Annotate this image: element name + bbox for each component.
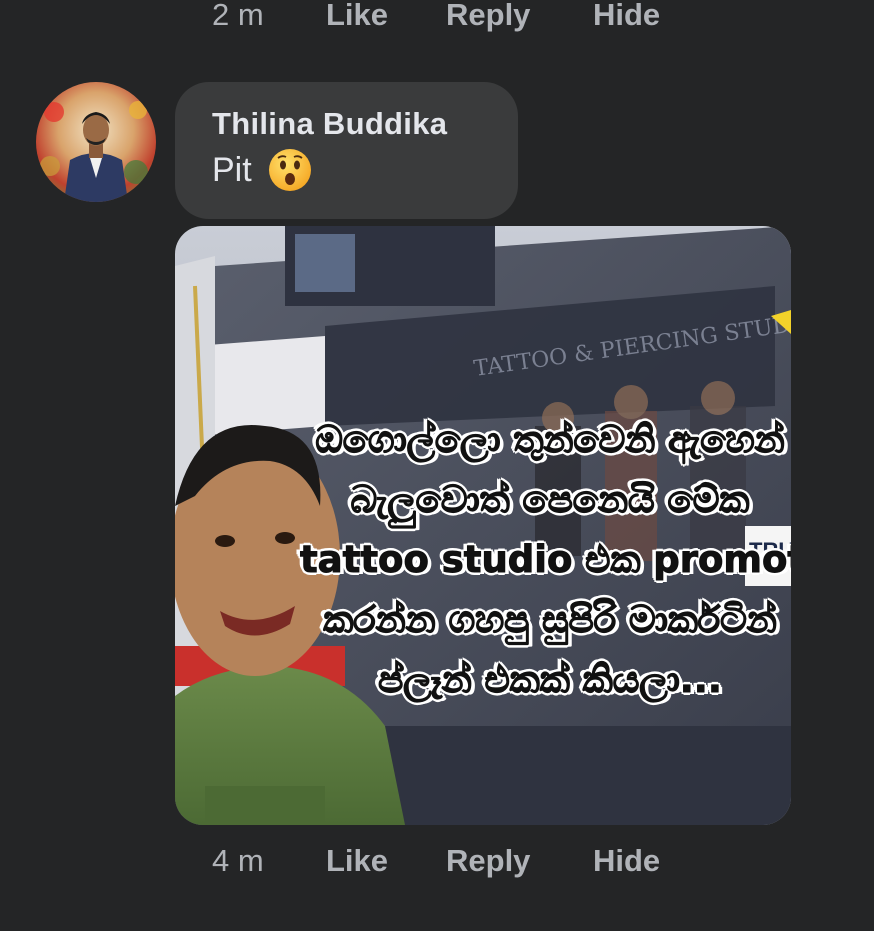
caption-line: tattoo studio එක promote bbox=[300, 538, 792, 582]
comment-author[interactable]: Thilina Buddika bbox=[212, 106, 518, 142]
comment-text: Pit bbox=[212, 150, 252, 189]
like-button[interactable]: Like bbox=[326, 0, 446, 33]
hide-button[interactable]: Hide bbox=[593, 843, 660, 879]
hide-button[interactable]: Hide bbox=[593, 0, 660, 33]
profile-photo bbox=[36, 82, 156, 202]
caption-line: ප්ලෑන් එකක් කියලා... bbox=[378, 658, 723, 702]
meme-caption: ඔගොල්ලො තුන්වෙනි ඇහෙන් බැලුවොත් පෙනෙයි ම… bbox=[300, 410, 792, 710]
previous-comment-actions: 2 m Like Reply Hide bbox=[212, 0, 660, 33]
comment-timestamp[interactable]: 2 m bbox=[212, 0, 326, 33]
caption-line: බැලුවොත් පෙනෙයි මේක bbox=[350, 478, 750, 522]
comment-actions: 4 m Like Reply Hide bbox=[212, 843, 660, 879]
comment-bubble: Thilina Buddika Pit bbox=[175, 82, 518, 219]
reply-button[interactable]: Reply bbox=[446, 843, 593, 879]
comment-timestamp[interactable]: 4 m bbox=[212, 843, 326, 879]
caption-line: කරන්න ගහපු සුපිරි මාර්කටින් bbox=[323, 598, 778, 642]
reply-button[interactable]: Reply bbox=[446, 0, 593, 33]
like-button[interactable]: Like bbox=[326, 843, 446, 879]
caption-line: ඔගොල්ලො තුන්වෙනි ඇහෙන් bbox=[315, 418, 785, 462]
avatar[interactable] bbox=[36, 82, 156, 202]
comment-attachment-image[interactable]: TATTOO & PIERCING STUDIO TRU ඔගොල්ලො තුන… bbox=[175, 226, 791, 825]
hushed-face-icon bbox=[268, 148, 312, 192]
comment-thread: 2 m Like Reply Hide Thilina Buddika Pit … bbox=[0, 0, 874, 931]
comment-body: Pit bbox=[212, 148, 518, 192]
